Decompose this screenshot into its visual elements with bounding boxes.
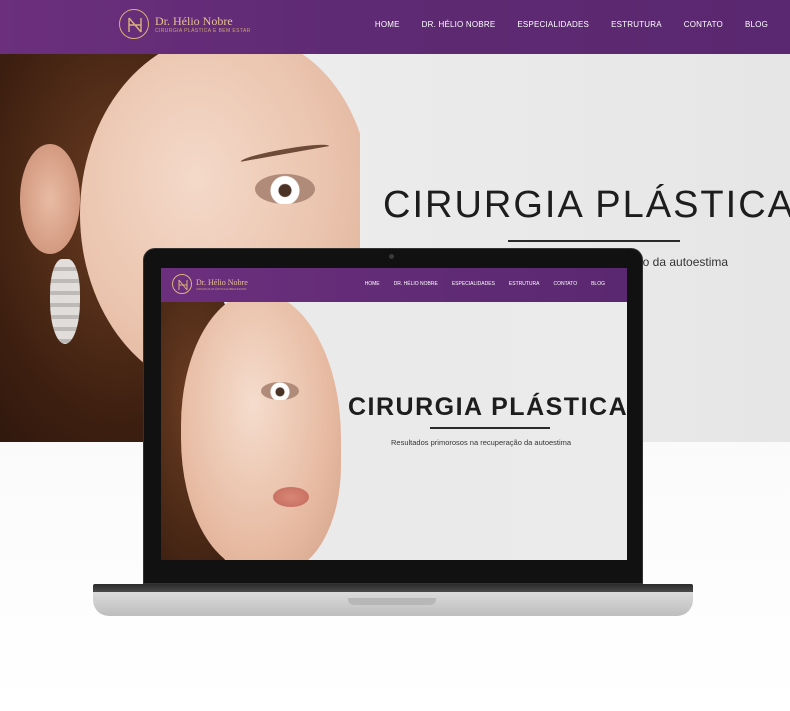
- main-menu: HOME DR. HÉLIO NOBRE ESPECIALIDADES ESTR…: [375, 20, 768, 29]
- nav-blog[interactable]: BLOG: [745, 20, 768, 29]
- laptop-nav-contato[interactable]: CONTATO: [553, 281, 577, 287]
- hn-monogram-icon: [172, 274, 192, 294]
- nav-dr-helio-nobre[interactable]: DR. HÉLIO NOBRE: [422, 20, 496, 29]
- laptop-nav-especialidades[interactable]: ESPECIALIDADES: [452, 281, 495, 287]
- laptop-brand-logo[interactable]: Dr. Hélio Nobre CIRURGIA PLÁSTICA E BEM …: [172, 274, 248, 294]
- page: Dr. Hélio Nobre CIRURGIA PLÁSTICA E BEM …: [0, 0, 790, 711]
- laptop-menu: HOME DR. HÉLIO NOBRE ESPECIALIDADES ESTR…: [365, 281, 605, 287]
- laptop-brand-name: Dr. Hélio Nobre: [196, 277, 248, 287]
- laptop-nav-blog[interactable]: BLOG: [591, 281, 605, 287]
- nav-estrutura[interactable]: ESTRUTURA: [611, 20, 662, 29]
- laptop-nav-estrutura[interactable]: ESTRUTURA: [509, 281, 540, 287]
- laptop-brand-tagline: CIRURGIA PLÁSTICA E BEM ESTAR: [196, 286, 247, 291]
- laptop-keyboard-edge: [93, 584, 693, 592]
- laptop-nav-home[interactable]: HOME: [365, 281, 380, 287]
- laptop-nav-dr-helio-nobre[interactable]: DR. HÉLIO NOBRE: [394, 281, 438, 287]
- earring-image: [50, 259, 80, 344]
- brand-tagline: CIRURGIA PLÁSTICA E BEM ESTAR: [155, 27, 251, 34]
- laptop-screen: Dr. Hélio Nobre CIRURGIA PLÁSTICA E BEM …: [143, 248, 643, 584]
- laptop-hero-divider: [430, 427, 550, 429]
- nav-contato[interactable]: CONTATO: [684, 20, 723, 29]
- camera-icon: [389, 254, 394, 259]
- hn-monogram-icon: [119, 9, 149, 39]
- hero-subtitle: ão da autoestima: [636, 255, 729, 269]
- nav-home[interactable]: HOME: [375, 20, 400, 29]
- laptop-hero-title: CIRURGIA PLÁSTICA: [348, 393, 627, 421]
- main-navbar: Dr. Hélio Nobre CIRURGIA PLÁSTICA E BEM …: [0, 0, 790, 54]
- brand-name: Dr. Hélio Nobre: [155, 13, 233, 28]
- eye-image: [255, 174, 315, 204]
- laptop-navbar: Dr. Hélio Nobre CIRURGIA PLÁSTICA E BEM …: [161, 268, 627, 302]
- laptop-display: Dr. Hélio Nobre CIRURGIA PLÁSTICA E BEM …: [161, 268, 627, 560]
- laptop-hero: CIRURGIA PLÁSTICA Resultados primorosos …: [161, 302, 627, 560]
- brand-logo[interactable]: Dr. Hélio Nobre CIRURGIA PLÁSTICA E BEM …: [119, 9, 251, 39]
- hero-divider: [508, 240, 680, 242]
- laptop-hero-model-photo: [161, 302, 351, 560]
- laptop-notch: [348, 598, 436, 605]
- hero-title: CIRURGIA PLÁSTICA: [383, 184, 790, 226]
- laptop-hero-subtitle: Resultados primorosos na recuperação da …: [391, 438, 572, 447]
- nav-especialidades[interactable]: ESPECIALIDADES: [517, 20, 589, 29]
